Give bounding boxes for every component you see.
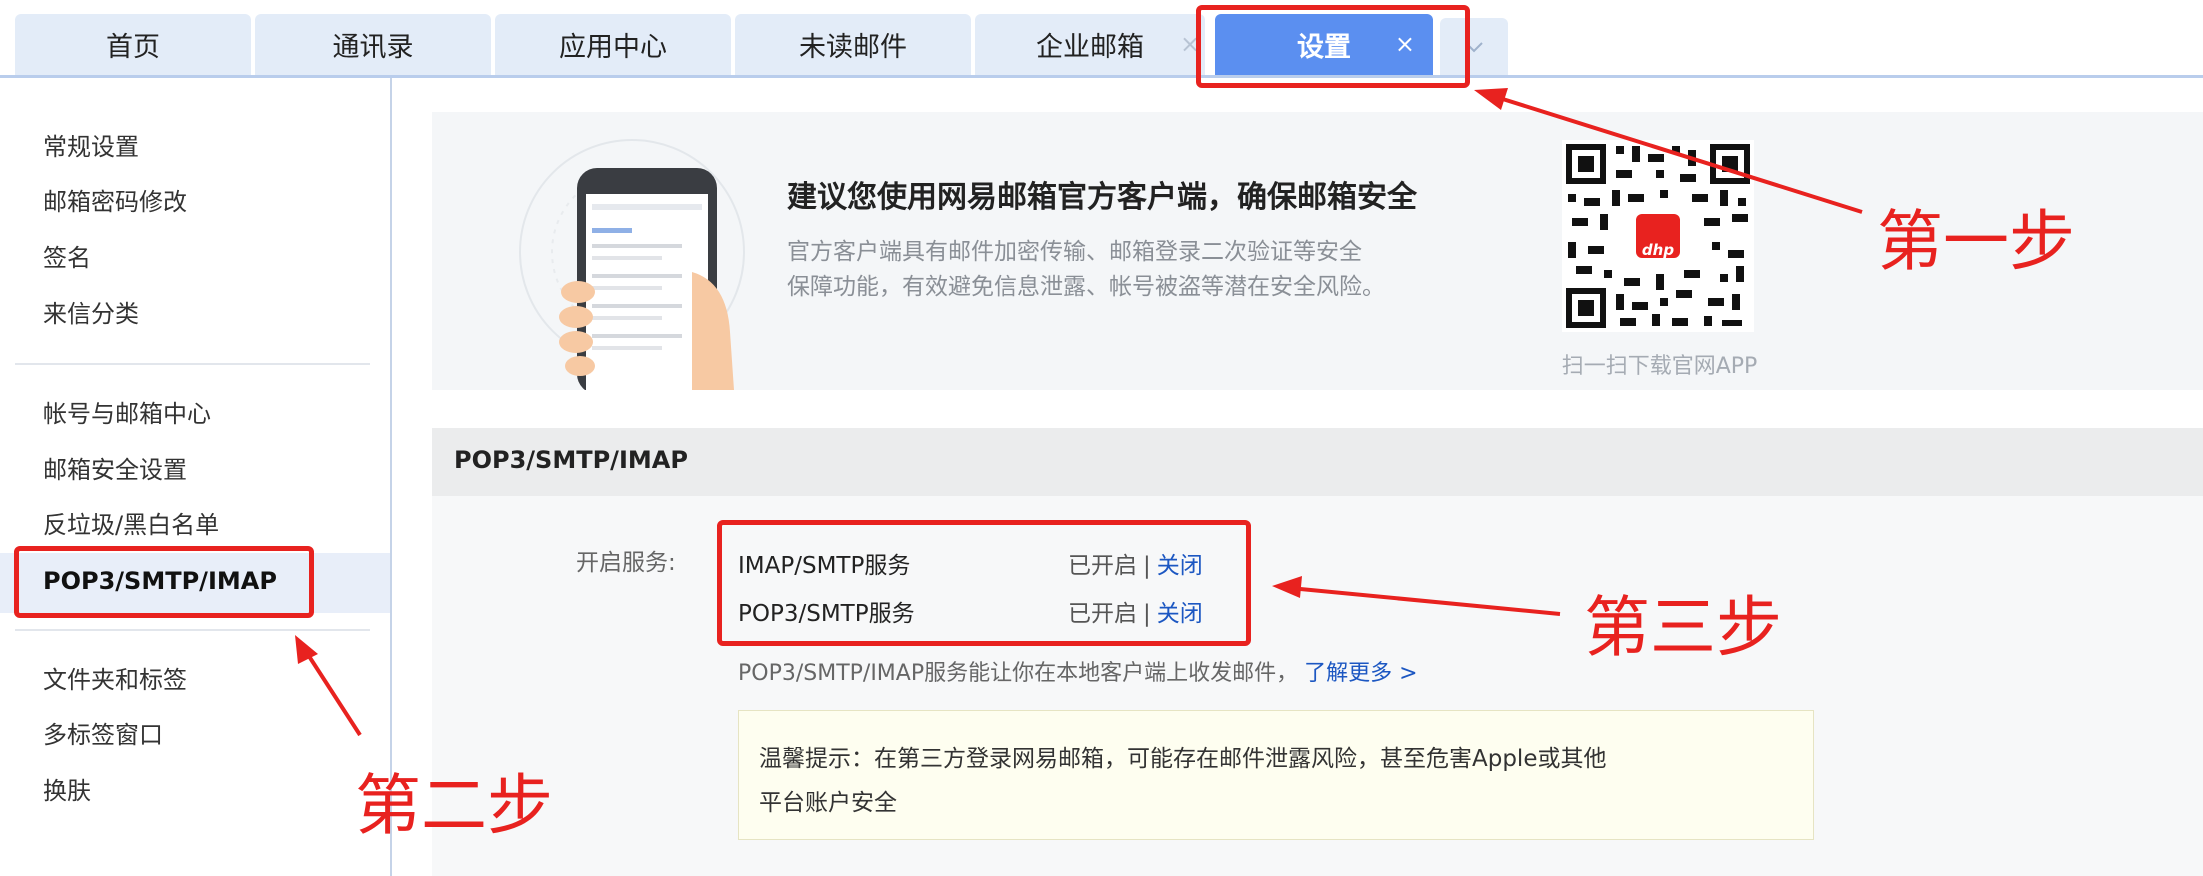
- annotation-step1: 第一步: [1877, 203, 2075, 280]
- annotation-step3: 第三步: [1584, 589, 1782, 666]
- annotation-step2: 第二步: [355, 767, 553, 844]
- annotation-arrows: [295, 88, 1863, 737]
